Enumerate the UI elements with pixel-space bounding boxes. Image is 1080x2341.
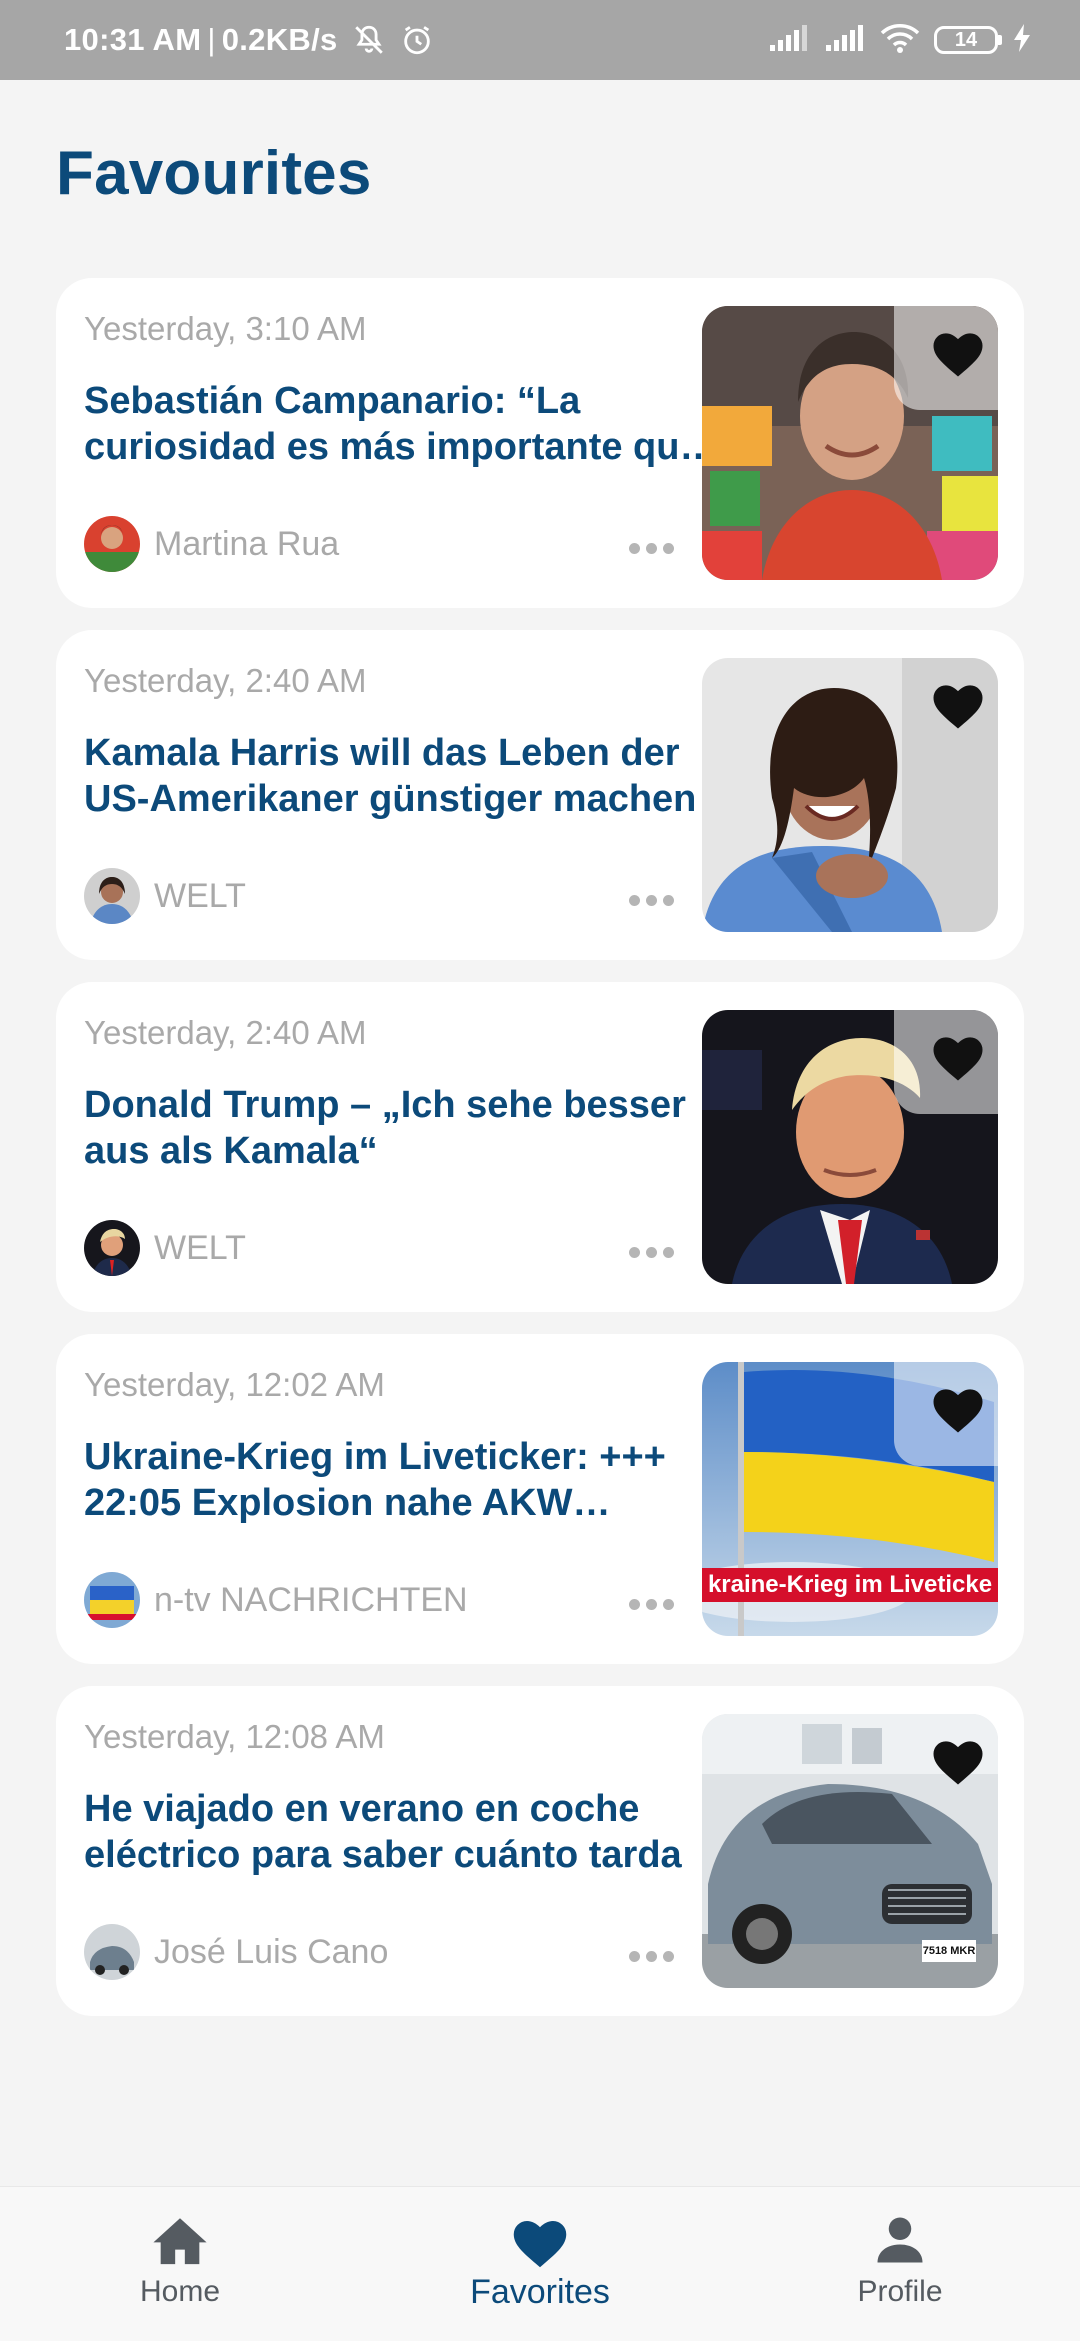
article-title[interactable]: Sebastián Campanario: “La curiosidad es … — [84, 378, 724, 470]
more-options-button[interactable] — [616, 1584, 686, 1624]
heart-icon — [933, 1741, 983, 1785]
nav-home[interactable]: Home — [0, 2187, 360, 2341]
source-avatar — [84, 1572, 140, 1628]
article-time: Yesterday, 3:10 AM — [84, 310, 367, 347]
article-thumbnail[interactable] — [702, 658, 998, 932]
heart-icon — [933, 333, 983, 377]
heart-icon — [933, 1389, 983, 1433]
nav-favorites[interactable]: Favorites — [360, 2187, 720, 2341]
more-options-button[interactable] — [616, 1232, 686, 1272]
home-icon — [153, 2218, 207, 2265]
alarm-icon — [400, 23, 434, 57]
article-source[interactable]: WELT — [84, 1220, 246, 1276]
favorite-button[interactable] — [926, 1024, 990, 1088]
article-source[interactable]: José Luis Cano — [84, 1924, 388, 1980]
article-card[interactable]: Yesterday, 12:02 AM Ukraine-Krieg im Liv… — [56, 1334, 1024, 1664]
article-thumbnail[interactable] — [702, 306, 998, 580]
article-time: Yesterday, 12:08 AM — [84, 1718, 385, 1755]
license-plate: 7518 MKR — [922, 1945, 976, 1957]
thumbnail-caption: kraine-Krieg im Liveticke — [707, 1571, 993, 1598]
bottom-navigation: Home Favorites Profile — [0, 2186, 1080, 2341]
article-time: Yesterday, 2:40 AM — [84, 662, 367, 699]
source-avatar — [84, 1220, 140, 1276]
signal-icon-2 — [824, 23, 866, 58]
battery-icon: 14 — [934, 26, 1002, 54]
wifi-icon — [880, 22, 920, 59]
source-name: WELT — [154, 876, 246, 915]
status-time: 10:31 AM — [64, 22, 202, 57]
page-title: Favourites — [56, 139, 372, 208]
article-time: Yesterday, 2:40 AM — [84, 1014, 367, 1051]
favourites-list: Yesterday, 3:10 AM Sebastián Campanario:… — [56, 278, 1024, 2038]
article-title[interactable]: Kamala Harris will das Leben der US-Amer… — [84, 730, 724, 822]
nav-favorites-label: Favorites — [470, 2273, 610, 2311]
heart-icon — [933, 1037, 983, 1081]
source-avatar — [84, 1924, 140, 1980]
article-title[interactable]: He viajado en verano en coche eléctrico … — [84, 1786, 724, 1878]
status-separator: | — [207, 22, 216, 57]
favorite-button[interactable] — [926, 1728, 990, 1792]
person-icon — [877, 2217, 923, 2263]
article-time: Yesterday, 12:02 AM — [84, 1366, 385, 1403]
article-thumbnail[interactable]: kraine-Krieg im Liveticke — [702, 1362, 998, 1636]
more-options-button[interactable] — [616, 880, 686, 920]
source-name: José Luis Cano — [154, 1932, 389, 1971]
article-title[interactable]: Donald Trump – „Ich sehe besser aus als … — [84, 1082, 724, 1174]
article-source[interactable]: n-tv NACHRICHTEN — [84, 1572, 468, 1628]
status-bar: 10:31 AM | 0.2KB/s 14 — [0, 0, 1080, 80]
favorite-button[interactable] — [926, 1376, 990, 1440]
source-avatar — [84, 516, 140, 572]
nav-profile[interactable]: Profile — [720, 2187, 1080, 2341]
article-source[interactable]: WELT — [84, 868, 246, 924]
article-card[interactable]: Yesterday, 2:40 AM Kamala Harris will da… — [56, 630, 1024, 960]
article-thumbnail[interactable] — [702, 1010, 998, 1284]
favorite-button[interactable] — [926, 672, 990, 736]
article-title[interactable]: Ukraine-Krieg im Liveticker: +++ 22:05 E… — [84, 1434, 724, 1526]
article-thumbnail[interactable]: 7518 MKR — [702, 1714, 998, 1988]
heart-icon — [513, 2221, 567, 2268]
more-options-button[interactable] — [616, 1936, 686, 1976]
source-name: n-tv NACHRICHTEN — [154, 1580, 468, 1619]
article-card[interactable]: Yesterday, 12:08 AM He viajado en verano… — [56, 1686, 1024, 2016]
favorite-button[interactable] — [926, 320, 990, 384]
article-card[interactable]: Yesterday, 2:40 AM Donald Trump – „Ich s… — [56, 982, 1024, 1312]
more-options-button[interactable] — [616, 528, 686, 568]
status-network-speed: 0.2KB/s — [221, 22, 338, 57]
source-avatar — [84, 868, 140, 924]
mute-icon — [352, 23, 386, 57]
charging-icon — [1012, 23, 1032, 58]
article-source[interactable]: Martina Rua — [84, 516, 339, 572]
nav-home-label: Home — [139, 2275, 221, 2308]
status-right: 14 — [768, 22, 1032, 59]
heart-icon — [933, 685, 983, 729]
status-left: 10:31 AM | 0.2KB/s — [64, 22, 434, 58]
signal-icon — [768, 23, 810, 58]
source-name: WELT — [154, 1228, 246, 1267]
article-card[interactable]: Yesterday, 3:10 AM Sebastián Campanario:… — [56, 278, 1024, 608]
nav-profile-label: Profile — [857, 2275, 943, 2308]
source-name: Martina Rua — [154, 524, 340, 563]
battery-level: 14 — [954, 28, 978, 51]
